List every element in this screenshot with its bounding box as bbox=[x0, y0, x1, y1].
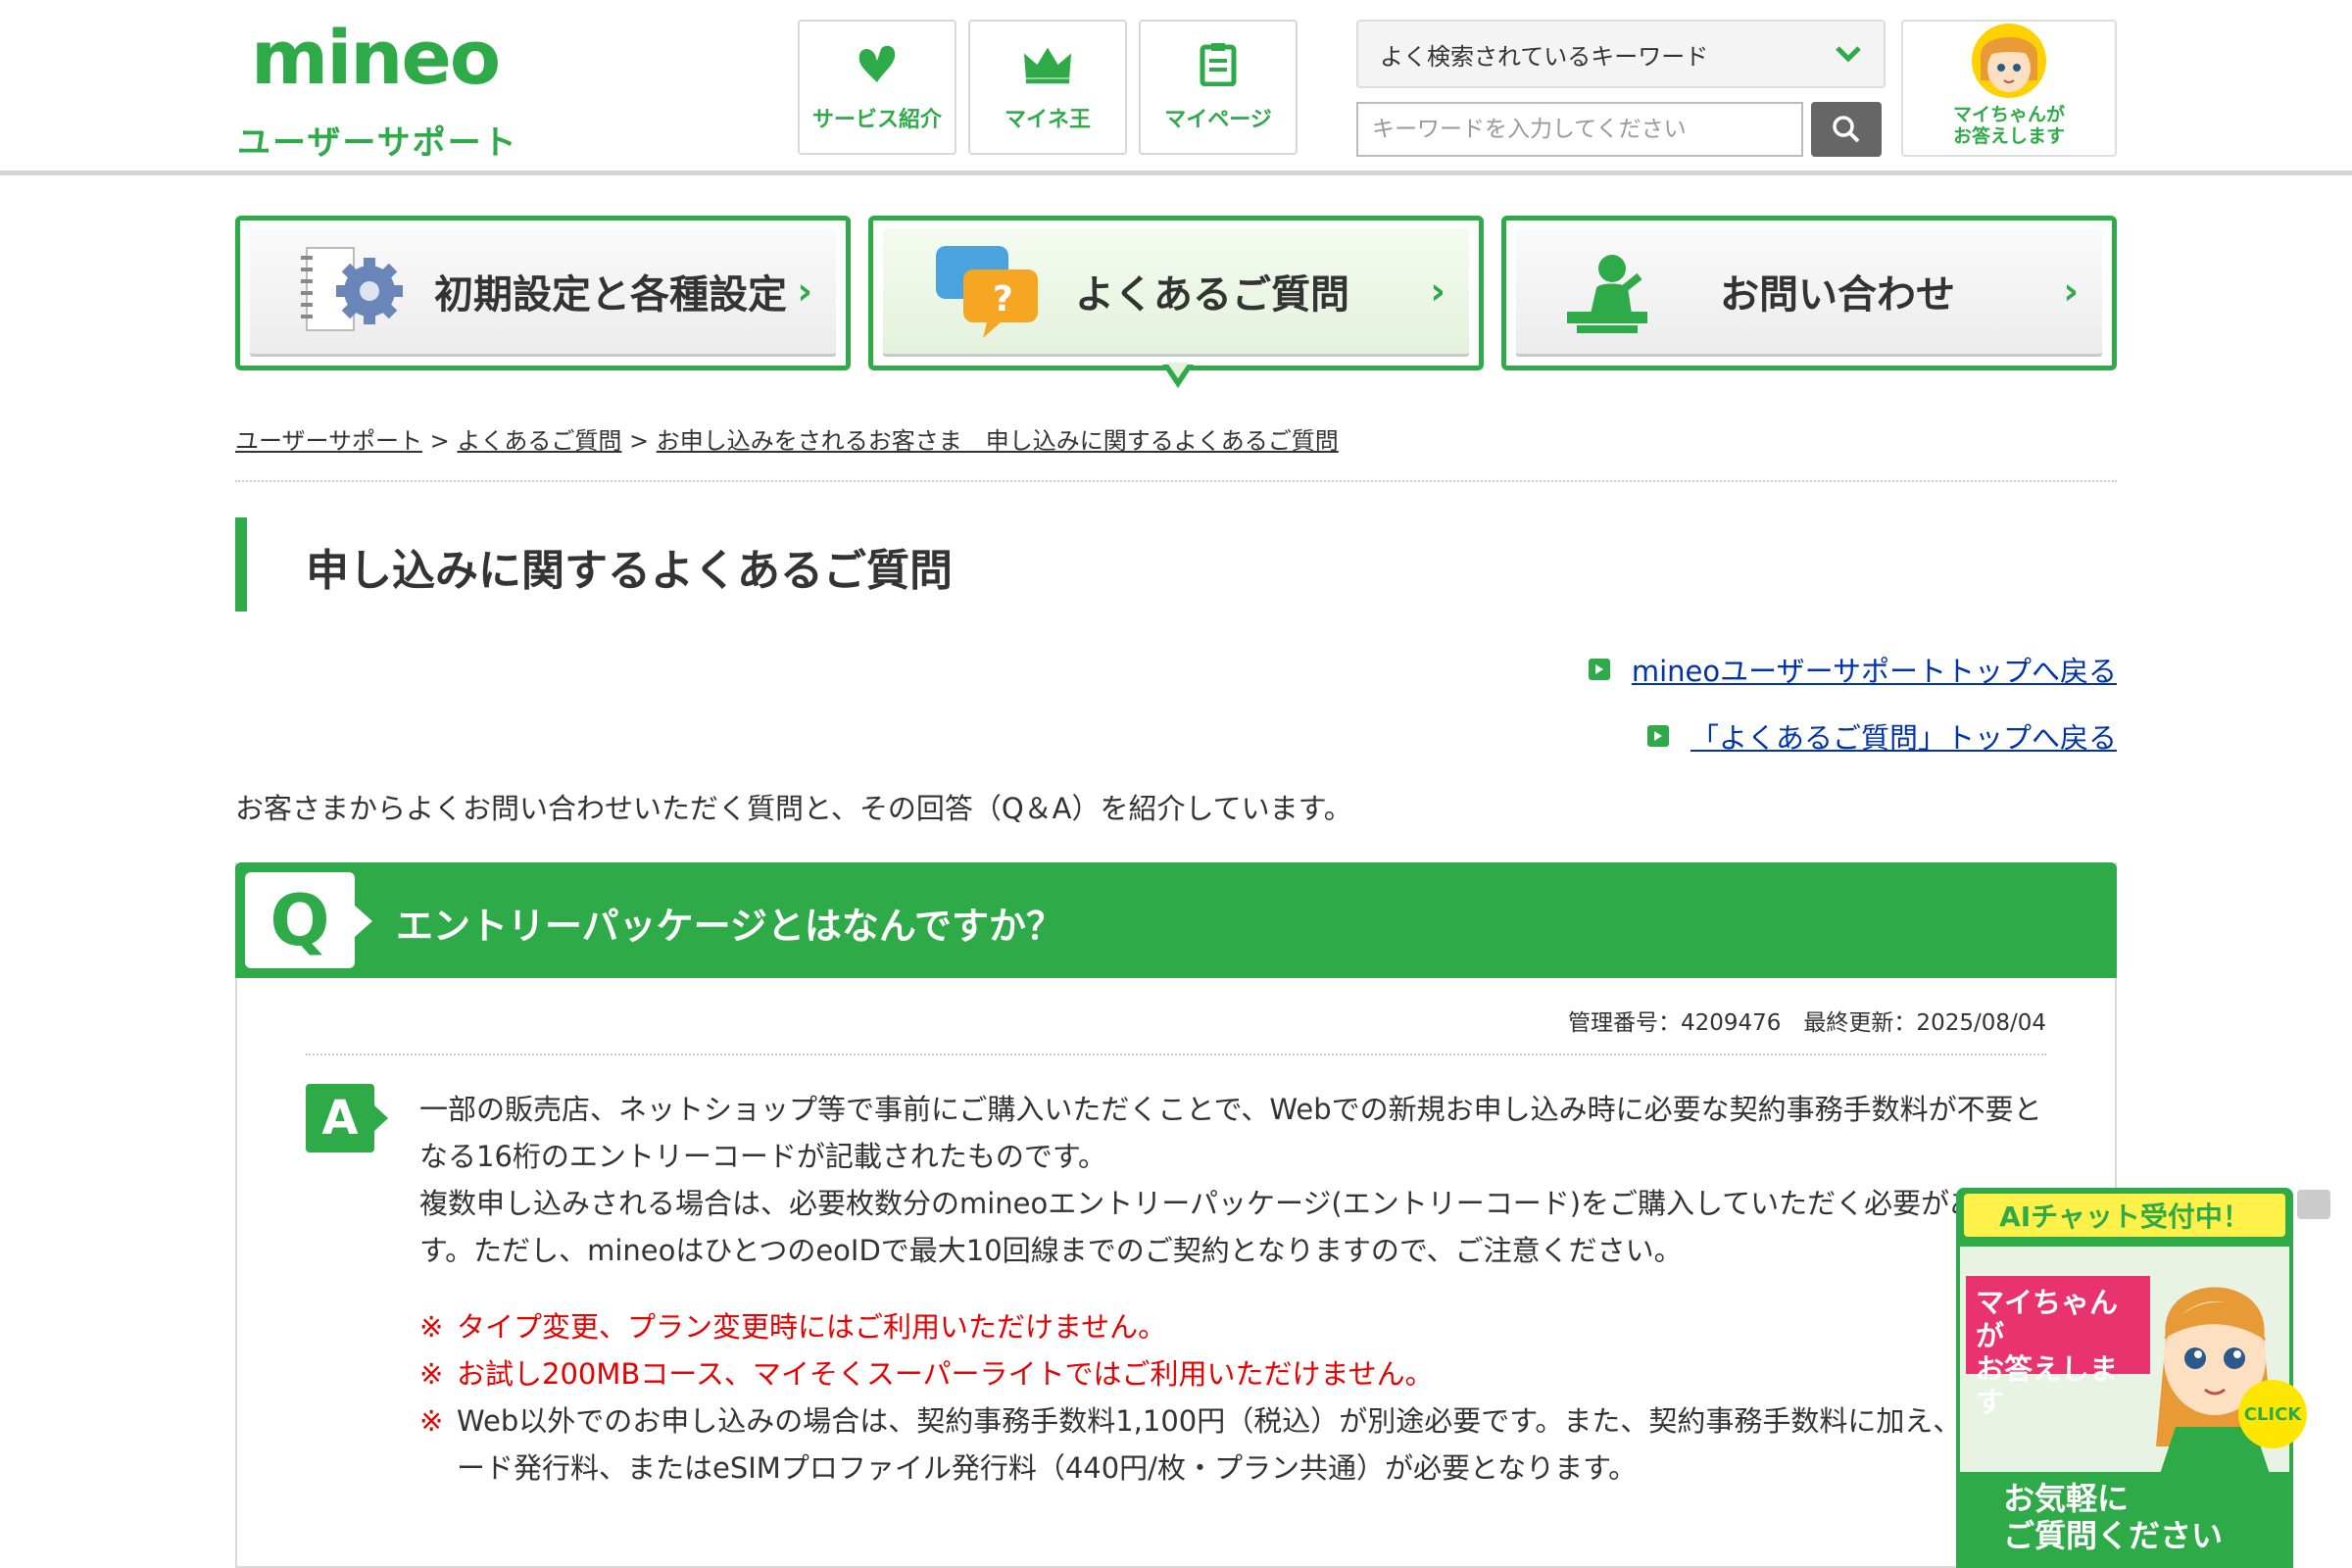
answer-body: 一部の販売店、ネットショップ等で事前にご購入いただくことで、Webでの新規お申し… bbox=[419, 1086, 2046, 1492]
mai-chan-button[interactable]: マイちゃんが お答えします bbox=[1901, 20, 2117, 157]
chevron-right-icon: › bbox=[2063, 270, 2079, 313]
note-item: ※ お試し200MBコース、マイそくスーパーライトではご利用いただけません。 bbox=[419, 1350, 2046, 1397]
note-item: ※ Web以外でのお申し込みの場合は、契約事務手数料1,100円（税込）が別途必要… bbox=[419, 1397, 2046, 1492]
qa-meta: 管理番号：4209476 最終更新：2025/08/04 bbox=[1568, 1010, 2046, 1036]
active-nav-pointer-inner bbox=[1167, 363, 1189, 378]
operator-icon bbox=[1567, 255, 1647, 333]
back-to-faq-top-link[interactable]: 「よくあるご質問」トップへ戻る bbox=[1646, 715, 2117, 757]
header-divider bbox=[0, 171, 2352, 175]
chat-header-label: AIチャット受付中！ bbox=[1964, 1194, 2285, 1237]
clipboard-icon bbox=[1193, 41, 1244, 88]
nav-faq[interactable]: ? よくあるご質問 › bbox=[868, 216, 1484, 370]
nav-contact-label: お問い合わせ bbox=[1720, 272, 1955, 318]
note-mark: ※ bbox=[419, 1310, 444, 1344]
back-to-faq-top-label: 「よくあるご質問」トップへ戻る bbox=[1690, 721, 2117, 755]
mypage-button[interactable]: マイページ bbox=[1139, 20, 1298, 155]
chat-header: AIチャット受付中！ bbox=[1956, 1188, 2293, 1243]
back-to-support-top-label: mineoユーザーサポートトップへ戻る bbox=[1631, 655, 2117, 688]
q-mark-arrow bbox=[355, 906, 372, 937]
answer-paragraph: 複数申し込みされる場合は、必要枚数分のmineoエントリーパッケージ(エントリー… bbox=[419, 1187, 2035, 1267]
note-item: ※ タイプ変更、プラン変更時にはご利用いただけません。 bbox=[419, 1303, 2046, 1350]
breadcrumb: ユーザーサポート > よくあるご質問 > お申し込みをされるお客さま 申し込みに… bbox=[235, 421, 1339, 456]
svg-text:?: ? bbox=[993, 279, 1013, 319]
meta-divider bbox=[306, 1054, 2046, 1055]
title-accent-bar bbox=[235, 517, 247, 612]
note-mark: ※ bbox=[419, 1357, 444, 1391]
note-text: タイプ変更、プラン変更時にはご利用いただけません。 bbox=[457, 1310, 1167, 1344]
intro-text: お客さまからよくお問い合わせいただく質問と、その回答（Q＆A）を紹介しています。 bbox=[235, 792, 1352, 825]
a-mark-arrow bbox=[374, 1105, 388, 1131]
nav-settings-label: 初期設定と各種設定 bbox=[434, 272, 787, 318]
chevron-down-icon bbox=[1836, 46, 1861, 63]
breadcrumb-current[interactable]: お申し込みをされるお客さま 申し込みに関するよくあるご質問 bbox=[657, 427, 1339, 455]
nav-contact[interactable]: お問い合わせ › bbox=[1501, 216, 2117, 370]
note-mark: ※ bbox=[419, 1404, 444, 1438]
breadcrumb-support[interactable]: ユーザーサポート bbox=[235, 427, 422, 455]
note-text: お試し200MBコース、マイそくスーパーライトではご利用いただけません。 bbox=[457, 1357, 1434, 1391]
back-to-support-top-link[interactable]: mineoユーザーサポートトップへ戻る bbox=[1588, 649, 2117, 690]
ai-chat-widget[interactable]: AIチャット受付中！ マイちゃんが お答えします お気軽に ご質問ください CLIC… bbox=[1956, 1188, 2340, 1568]
heart-leaf-icon bbox=[852, 41, 903, 88]
service-label: サービス紹介 bbox=[811, 108, 942, 132]
breadcrumb-separator: > bbox=[422, 427, 458, 455]
breadcrumb-faq[interactable]: よくあるご質問 bbox=[457, 427, 621, 455]
nav-faq-label: よくあるご質問 bbox=[1075, 272, 1349, 318]
breadcrumb-divider bbox=[235, 480, 2117, 482]
chevron-right-icon: › bbox=[1430, 270, 1446, 313]
chat-badge: マイちゃんが お答えします bbox=[1966, 1276, 2150, 1419]
page-title: 申し込みに関するよくあるご質問 bbox=[306, 546, 953, 596]
note-text: Web以外でのお申し込みの場合は、契約事務手数料1,100円（税込）が別途必要で… bbox=[457, 1404, 2041, 1485]
mai-chan-label: マイちゃんが お答えします bbox=[1952, 104, 2065, 147]
mai-chan-illustration bbox=[2156, 1287, 2274, 1486]
arrow-bullet-icon bbox=[1646, 725, 1669, 747]
question-bubble-icon: ? bbox=[936, 246, 1038, 338]
question-text: エントリーパッケージとはなんですか？ bbox=[396, 905, 1063, 948]
search-icon bbox=[1833, 116, 1860, 143]
search-input[interactable] bbox=[1356, 102, 1803, 157]
maineo-button[interactable]: マイネ王 bbox=[968, 20, 1127, 155]
arrow-bullet-icon bbox=[1588, 659, 1610, 680]
chat-click-badge[interactable]: CLICK bbox=[2238, 1380, 2307, 1448]
service-button[interactable]: サービス紹介 bbox=[798, 20, 956, 155]
gear-notebook-icon bbox=[301, 247, 403, 331]
q-mark: Q bbox=[245, 872, 355, 968]
mai-chan-avatar bbox=[1972, 24, 2046, 98]
logo-subtitle[interactable]: ユーザーサポート bbox=[237, 116, 518, 164]
breadcrumb-separator: > bbox=[621, 427, 657, 455]
keyword-select-value: よく検索されているキーワード bbox=[1380, 42, 1709, 71]
nav-settings[interactable]: 初期設定と各種設定 › bbox=[235, 216, 851, 370]
chat-minimize-button[interactable] bbox=[2297, 1190, 2330, 1219]
a-mark: A bbox=[306, 1084, 374, 1152]
answer-paragraph: 一部の販売店、ネットショップ等で事前にご購入いただくことで、Webでの新規お申し… bbox=[419, 1093, 2042, 1173]
maineo-label: マイネ王 bbox=[1004, 108, 1091, 132]
keyword-select[interactable]: よく検索されているキーワード bbox=[1356, 20, 1886, 88]
chat-footer: お気軽に ご質問ください bbox=[1960, 1472, 2289, 1564]
mineo-logo[interactable]: mineo bbox=[251, 14, 501, 101]
crown-icon bbox=[1022, 41, 1073, 88]
search-button[interactable] bbox=[1811, 102, 1882, 157]
chevron-right-icon: › bbox=[797, 270, 812, 313]
mypage-label: マイページ bbox=[1164, 108, 1272, 132]
